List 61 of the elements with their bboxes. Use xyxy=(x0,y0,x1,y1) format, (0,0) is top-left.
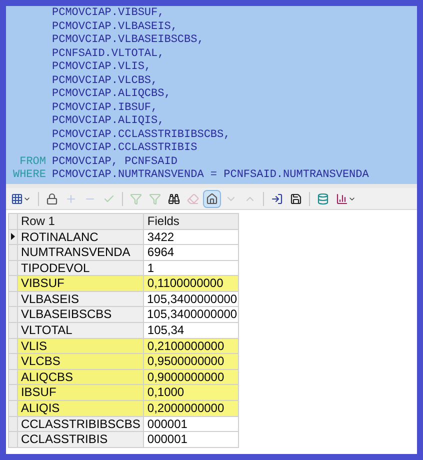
field-name-cell: CCLASSTRIBIS xyxy=(18,432,144,448)
sql-keyword: FROM xyxy=(20,156,46,168)
field-name-cell: VLIS xyxy=(18,338,144,354)
toolbar-button[interactable] xyxy=(203,190,221,208)
check-icon xyxy=(103,192,115,204)
sql-code-line: PCNFSAID.VLTOTAL, xyxy=(52,48,164,61)
field-value-cell: 1 xyxy=(144,260,239,276)
field-value-cell: 105,34 xyxy=(144,323,239,339)
field-name-cell: VLTOTAL xyxy=(18,323,144,339)
field-name-cell: VIBSUF xyxy=(18,276,144,292)
field-value-cell: 105,3400000000 xyxy=(144,292,239,308)
field-value-cell: 0,9500000000 xyxy=(144,354,239,370)
current-row-arrow-icon xyxy=(10,233,15,240)
field-value-cell: 105,3400000000 xyxy=(144,307,239,324)
bar-chart-icon xyxy=(336,192,348,204)
field-value-cell: 0,9000000000 xyxy=(144,370,239,386)
grid-icon xyxy=(11,192,23,204)
column-header[interactable]: Row 1 xyxy=(18,214,144,230)
lock-icon xyxy=(46,192,58,204)
binoculars-icon xyxy=(168,192,180,204)
field-name-cell: ROTINALANC xyxy=(18,230,144,246)
field-name-cell: TIPODEVOL xyxy=(18,260,144,276)
field-name-cell: CCLASSTRIBIBSCBS xyxy=(18,416,144,432)
field-name-cell: VLBASEIBSCBS xyxy=(18,307,144,324)
field-name-cell: VLBASEIS xyxy=(18,292,144,308)
save-icon xyxy=(290,192,302,204)
field-name-cell: IBSUF xyxy=(18,385,144,402)
export-icon xyxy=(271,192,283,204)
sql-editor[interactable] xyxy=(6,6,417,184)
field-name-cell: ALIQIS xyxy=(18,401,144,417)
sql-code-line: PCMOVCIAP.ALIQCBS, xyxy=(52,88,171,102)
sql-code-line: PCMOVCIAP.VLBASEIBSCBS, xyxy=(52,34,204,48)
sql-keyword: WHERE xyxy=(12,169,46,181)
plus-icon xyxy=(65,192,77,204)
field-name-cell: NUMTRANSVENDA xyxy=(18,245,144,261)
field-value-cell: 3422 xyxy=(144,230,239,246)
column-header[interactable]: Fields xyxy=(144,214,239,230)
sql-code-line: PCMOVCIAP.VLCBS, xyxy=(52,74,158,88)
sql-code-line: PCMOVCIAP.VIBSUF, xyxy=(52,7,164,20)
eraser-icon xyxy=(187,192,199,204)
field-name-cell: VLCBS xyxy=(18,354,144,370)
field-value-cell: 0,1100000000 xyxy=(144,276,239,292)
field-value-cell: 000001 xyxy=(144,432,239,448)
filter-icon xyxy=(149,192,161,204)
field-value-cell: 000001 xyxy=(144,416,239,432)
filter-icon xyxy=(130,192,142,204)
field-value-cell: 0,2000000000 xyxy=(144,401,239,417)
sql-code-line: PCMOVCIAP.CCLASSTRIBIS xyxy=(52,142,198,156)
sql-code-line: PCMOVCIAP.VLIS, xyxy=(52,61,152,74)
field-value-cell: 6964 xyxy=(144,245,239,261)
home-icon xyxy=(206,192,218,204)
sql-code-line: PCMOVCIAP.ALIQIS, xyxy=(52,115,164,128)
sql-code-line: PCMOVCIAP.NUMTRANSVENDA = PCNFSAID.NUMTRANSVENDA xyxy=(52,169,369,182)
sql-code-line: PCMOVCIAP.IBSUF, xyxy=(52,102,158,115)
field-name-cell: ALIQCBS xyxy=(18,370,144,386)
field-value-cell: 0,2100000000 xyxy=(144,338,239,354)
database-icon xyxy=(317,192,329,204)
sql-code-line: PCMOVCIAP.VLBASEIS, xyxy=(52,20,178,34)
sql-code-line: PCMOVCIAP.CCLASSTRIBIBSCBS, xyxy=(52,128,230,142)
field-value-cell: 0,1000 xyxy=(144,385,239,402)
sql-code-line: PCMOVCIAP, PCNFSAID xyxy=(52,156,178,169)
